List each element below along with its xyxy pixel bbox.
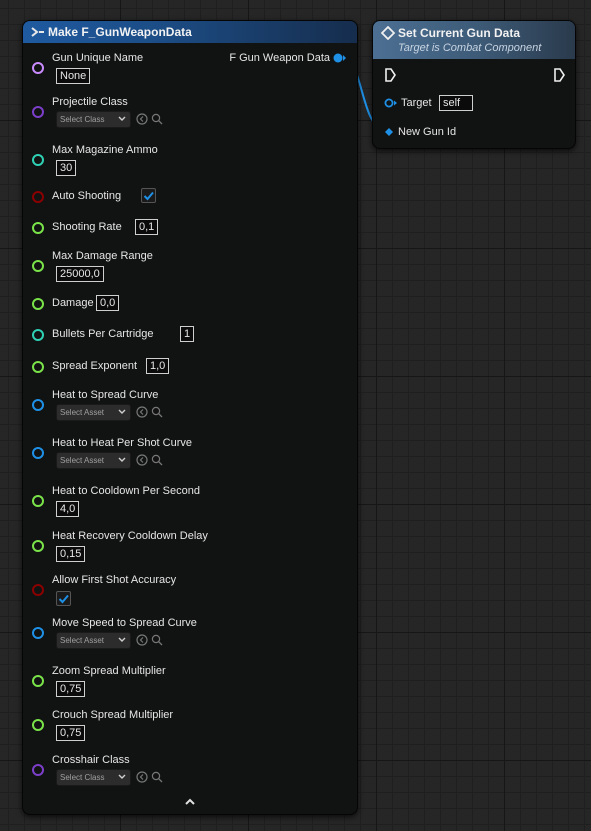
- heat-to-spread-curve-label: Heat to Spread Curve: [52, 389, 159, 401]
- crosshair-class-pin[interactable]: [32, 764, 44, 776]
- heat-to-cooldown-per-second-value[interactable]: 4,0: [56, 501, 80, 517]
- heat-to-spread-curve-pin[interactable]: [32, 399, 44, 411]
- browse-search-icon[interactable]: [151, 454, 163, 466]
- heat-recovery-cooldown-delay-value[interactable]: 0,15: [56, 546, 86, 562]
- new-gun-id-label: New Gun Id: [398, 126, 457, 138]
- chevron-down-icon: [118, 409, 126, 414]
- heat-to-spread-curve-select[interactable]: Select Asset: [56, 404, 131, 421]
- use-selected-arrow-icon[interactable]: [136, 634, 148, 646]
- spread-exponent-pin[interactable]: [32, 361, 44, 373]
- max-damage-range-value[interactable]: 25000,0: [56, 266, 104, 282]
- browse-search-icon[interactable]: [151, 634, 163, 646]
- projectile-class-select-text: Select Class: [60, 115, 105, 124]
- zoom-spread-multiplier-label: Zoom Spread Multiplier: [52, 665, 166, 677]
- chevron-down-icon: [118, 774, 126, 779]
- use-selected-arrow-icon[interactable]: [136, 406, 148, 418]
- set-node-header[interactable]: Set Current Gun Data Target is Combat Co…: [373, 21, 575, 59]
- collapse-chevron-icon[interactable]: [184, 797, 196, 807]
- max-damage-range-label: Max Damage Range: [52, 250, 153, 262]
- allow-first-shot-accuracy-label: Allow First Shot Accuracy: [52, 574, 177, 586]
- max-magazine-ammo-value[interactable]: 30: [56, 160, 77, 176]
- use-selected-arrow-icon[interactable]: [136, 771, 148, 783]
- allow-first-shot-accuracy-pin[interactable]: [32, 584, 44, 596]
- browse-search-icon[interactable]: [151, 771, 163, 783]
- function-icon: [381, 26, 395, 40]
- heat-to-cooldown-per-second-label: Heat to Cooldown Per Second: [52, 485, 200, 497]
- allow-first-shot-accuracy-checkbox[interactable]: [56, 591, 71, 606]
- heat-to-heat-per-shot-curve-select[interactable]: Select Asset: [56, 452, 131, 469]
- crosshair-class-label: Crosshair Class: [52, 754, 130, 766]
- make-struct-icon: [31, 27, 44, 37]
- checkmark-icon: [143, 191, 154, 201]
- heat-to-spread-curve-select-text: Select Asset: [60, 408, 105, 417]
- use-selected-arrow-icon[interactable]: [136, 113, 148, 125]
- exec-output-pin[interactable]: [553, 68, 565, 82]
- spread-exponent-value[interactable]: 1,0: [146, 358, 170, 374]
- browse-search-icon[interactable]: [151, 113, 163, 125]
- heat-recovery-cooldown-delay-pin[interactable]: [32, 540, 44, 552]
- make-node-header[interactable]: Make F_GunWeaponData: [23, 21, 357, 43]
- zoom-spread-multiplier-pin[interactable]: [32, 675, 44, 687]
- damage-label: Damage: [52, 297, 94, 309]
- target-value[interactable]: self: [439, 95, 473, 111]
- set-node-subtitle: Target is Combat Component: [398, 42, 542, 54]
- set-node-title: Set Current Gun Data: [398, 26, 521, 40]
- crouch-spread-multiplier-value[interactable]: 0,75: [56, 725, 86, 741]
- heat-to-heat-per-shot-curve-select-text: Select Asset: [60, 456, 105, 465]
- gun-unique-name-value[interactable]: None: [56, 68, 91, 84]
- auto-shooting-checkbox[interactable]: [141, 188, 156, 203]
- heat-to-heat-per-shot-curve-label: Heat to Heat Per Shot Curve: [52, 437, 193, 449]
- shooting-rate-label: Shooting Rate: [52, 221, 122, 233]
- make-gun-weapon-data-node[interactable]: Make F_GunWeaponData F Gun Weapon Data G…: [22, 20, 358, 815]
- chevron-down-icon: [118, 457, 126, 462]
- chevron-down-icon: [118, 637, 126, 642]
- new-gun-id-pin[interactable]: [385, 128, 393, 136]
- make-node-title: Make F_GunWeaponData: [48, 25, 192, 39]
- bullets-per-cartridge-value[interactable]: 1: [180, 326, 195, 342]
- crosshair-class-select-text: Select Class: [60, 773, 105, 782]
- exec-input-pin[interactable]: [384, 68, 396, 82]
- target-pin[interactable]: [384, 98, 398, 108]
- output-label: F Gun Weapon Data: [229, 52, 330, 64]
- auto-shooting-label: Auto Shooting: [52, 190, 122, 202]
- crosshair-class-select[interactable]: Select Class: [56, 769, 131, 786]
- auto-shooting-pin[interactable]: [32, 191, 44, 203]
- spread-exponent-label: Spread Exponent: [52, 360, 138, 372]
- move-speed-to-spread-curve-pin[interactable]: [32, 627, 44, 639]
- gun-unique-name-pin[interactable]: [32, 62, 44, 74]
- max-damage-range-pin[interactable]: [32, 260, 44, 272]
- projectile-class-pin[interactable]: [32, 106, 44, 118]
- projectile-class-label: Projectile Class: [52, 96, 128, 108]
- heat-recovery-cooldown-delay-label: Heat Recovery Cooldown Delay: [52, 530, 208, 542]
- move-speed-to-spread-curve-select[interactable]: Select Asset: [56, 632, 131, 649]
- bullets-per-cartridge-label: Bullets Per Cartridge: [52, 328, 154, 340]
- crouch-spread-multiplier-pin[interactable]: [32, 719, 44, 731]
- chevron-down-icon: [118, 116, 126, 121]
- shooting-rate-value[interactable]: 0,1: [135, 219, 159, 235]
- crouch-spread-multiplier-label: Crouch Spread Multiplier: [52, 709, 174, 721]
- damage-pin[interactable]: [32, 298, 44, 310]
- struct-output-pin[interactable]: [333, 53, 347, 63]
- max-magazine-ammo-label: Max Magazine Ammo: [52, 144, 158, 156]
- gun-unique-name-label: Gun Unique Name: [52, 52, 144, 64]
- heat-to-heat-per-shot-curve-pin[interactable]: [32, 447, 44, 459]
- target-label: Target: [401, 97, 432, 109]
- checkmark-icon: [58, 594, 69, 604]
- move-speed-to-spread-curve-select-text: Select Asset: [60, 636, 105, 645]
- bullets-per-cartridge-pin[interactable]: [32, 329, 44, 341]
- use-selected-arrow-icon[interactable]: [136, 454, 148, 466]
- shooting-rate-pin[interactable]: [32, 222, 44, 234]
- heat-to-cooldown-per-second-pin[interactable]: [32, 495, 44, 507]
- set-current-gun-data-node[interactable]: Set Current Gun Data Target is Combat Co…: [372, 20, 576, 149]
- browse-search-icon[interactable]: [151, 406, 163, 418]
- damage-value[interactable]: 0,0: [96, 295, 120, 311]
- move-speed-to-spread-curve-label: Move Speed to Spread Curve: [52, 617, 197, 629]
- zoom-spread-multiplier-value[interactable]: 0,75: [56, 681, 86, 697]
- max-magazine-ammo-pin[interactable]: [32, 154, 44, 166]
- projectile-class-select[interactable]: Select Class: [56, 111, 131, 128]
